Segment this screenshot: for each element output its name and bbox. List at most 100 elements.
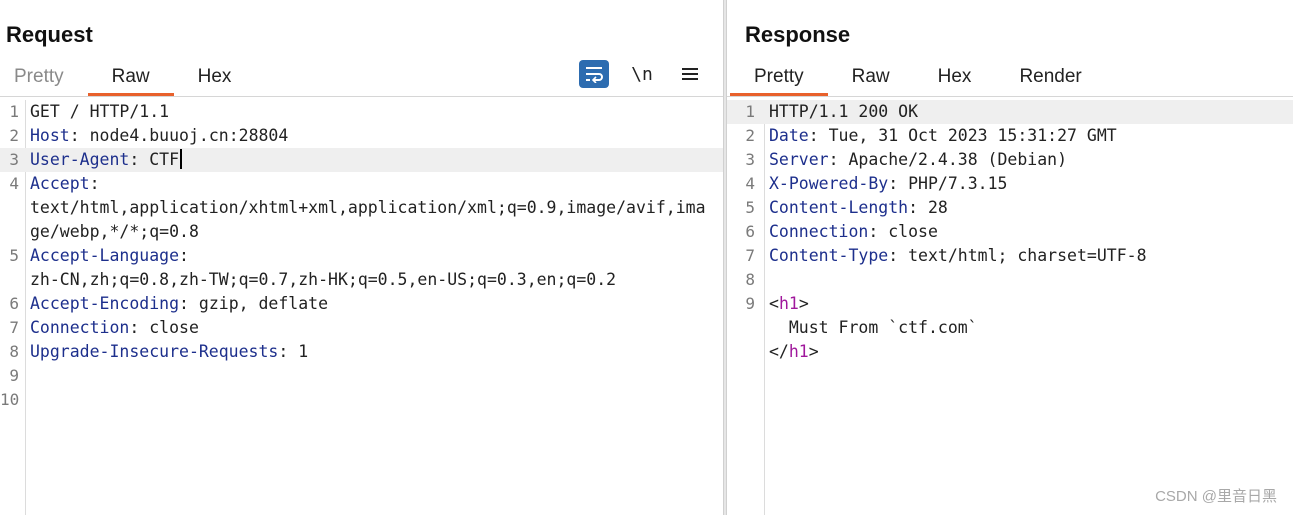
line-content: Upgrade-Insecure-Requests: 1 — [30, 340, 707, 364]
header-value: Apache/2.4.38 (Debian) — [848, 150, 1068, 169]
code-line: 9 — [0, 364, 723, 388]
header-name: X-Powered-By — [769, 174, 889, 193]
header-separator: : — [278, 342, 299, 361]
html-tag: h1 — [788, 342, 809, 361]
line-number: 2 — [9, 126, 19, 145]
line-content: Host: node4.buuoj.cn:28804 — [30, 124, 707, 148]
tab-raw[interactable]: Raw — [828, 62, 914, 96]
code-line: 7 Content-Type: text/html; charset=UTF-8 — [727, 244, 1293, 268]
request-editor[interactable]: 1 GET / HTTP/1.1 2 Host: node4.buuoj.cn:288… — [0, 100, 723, 515]
line-number: 1 — [745, 102, 755, 121]
line-content: Accept: text/html,application/xhtml+xml,… — [30, 172, 707, 244]
line-content: Connection: close — [769, 220, 1293, 244]
header-separator: : — [179, 246, 189, 265]
tab-pretty[interactable]: Pretty — [730, 62, 828, 96]
header-value: close — [149, 318, 199, 337]
line-content: GET / HTTP/1.1 — [30, 100, 707, 124]
line-number: 7 — [745, 246, 755, 265]
header-name: Upgrade-Insecure-Requests — [30, 342, 279, 361]
code-line: 3 Server: Apache/2.4.38 (Debian) — [727, 148, 1293, 172]
tab-raw[interactable]: Raw — [87, 62, 174, 96]
code-line: 8 — [727, 268, 1293, 292]
hamburger-menu-icon — [682, 68, 698, 80]
header-separator: : — [828, 150, 849, 169]
header-value: 28 — [927, 198, 948, 217]
header-value: gzip, deflate — [198, 294, 329, 313]
tab-hex[interactable]: Hex — [914, 62, 996, 96]
response-title: Response — [745, 22, 851, 47]
line-number: 6 — [9, 294, 19, 313]
line-text: GET / HTTP/1.1 — [30, 102, 170, 121]
header-name: Connection — [769, 222, 869, 241]
show-newlines-button[interactable]: \n — [627, 60, 657, 88]
header-separator: : — [808, 126, 829, 145]
header-separator: : — [179, 294, 199, 313]
header-name: Connection — [30, 318, 130, 337]
tab-underline — [0, 96, 723, 97]
request-pane: Request Pretty Raw Hex \n 1 GET / HTTP/1.… — [0, 0, 723, 515]
line-content: X-Powered-By: PHP/7.3.15 — [769, 172, 1293, 196]
header-separator: : — [89, 174, 100, 193]
header-name: Host — [30, 126, 70, 145]
line-number: 9 — [9, 366, 19, 385]
response-editor[interactable]: 1 HTTP/1.1 200 OK 2 Date: Tue, 31 Oct 2023 … — [727, 100, 1293, 515]
header-separator: : — [69, 126, 90, 145]
code-line: 2 Date: Tue, 31 Oct 2023 15:31:27 GMT — [727, 124, 1293, 148]
line-content: Content-Length: 28 — [769, 196, 1293, 220]
line-number: 4 — [745, 174, 755, 193]
wrap-lines-icon — [586, 67, 603, 83]
line-number: 8 — [745, 270, 755, 289]
line-content: Date: Tue, 31 Oct 2023 15:31:27 GMT — [769, 124, 1293, 148]
code-line: 6 Connection: close — [727, 220, 1293, 244]
header-separator: : — [129, 150, 150, 169]
header-separator: : — [129, 318, 150, 337]
line-number: 3 — [9, 150, 19, 169]
wrap-lines-button[interactable] — [579, 60, 609, 88]
line-number: 8 — [9, 342, 19, 361]
line-content: User-Agent: CTF — [30, 148, 707, 172]
line-number: 1 — [9, 102, 19, 121]
tab-render[interactable]: Render — [995, 62, 1105, 96]
code-line: 5 Content-Length: 28 — [727, 196, 1293, 220]
header-value: text/html,application/xhtml+xml,applicat… — [30, 198, 706, 241]
header-value: PHP/7.3.15 — [908, 174, 1008, 193]
menu-button[interactable] — [675, 60, 705, 88]
line-text: HTTP/1.1 200 OK — [769, 102, 919, 121]
code-line: 4 X-Powered-By: PHP/7.3.15 — [727, 172, 1293, 196]
header-name: Accept — [30, 174, 90, 193]
header-value: node4.buuoj.cn:28804 — [89, 126, 289, 145]
text-caret — [180, 149, 183, 169]
response-lines: 1 HTTP/1.1 200 OK 2 Date: Tue, 31 Oct 2023 … — [727, 100, 1293, 364]
header-value: Tue, 31 Oct 2023 15:31:27 GMT — [828, 126, 1117, 145]
html-bracket: > — [808, 342, 819, 361]
line-number: 5 — [9, 246, 19, 265]
line-number: 7 — [9, 318, 19, 337]
header-separator: : — [888, 174, 909, 193]
header-separator: : — [908, 198, 928, 217]
line-content: HTTP/1.1 200 OK — [769, 100, 1293, 124]
code-line: 3 User-Agent: CTF — [0, 148, 723, 172]
line-number: 4 — [9, 174, 19, 193]
header-value: text/html; charset=UTF-8 — [908, 246, 1147, 265]
line-content: <h1> Must From `ctf.com` </h1> — [769, 292, 1293, 364]
tab-underline — [727, 96, 1293, 97]
request-title: Request — [6, 22, 93, 47]
response-pane: Response Pretty Raw Hex Render 1 HTTP/1.1… — [727, 0, 1293, 515]
header-value: CTF — [149, 150, 180, 169]
code-line: 6 Accept-Encoding: gzip, deflate — [0, 292, 723, 316]
line-content: Accept-Language: zh-CN,zh;q=0.8,zh-TW;q=… — [30, 244, 707, 292]
line-number: 10 — [0, 390, 20, 409]
header-name: Server — [769, 150, 829, 169]
request-tabs: Pretty Raw Hex — [0, 62, 255, 96]
header-separator: : — [868, 222, 889, 241]
tab-hex[interactable]: Hex — [174, 62, 256, 96]
line-number: 9 — [745, 294, 755, 313]
header-value: close — [888, 222, 938, 241]
line-content: Server: Apache/2.4.38 (Debian) — [769, 148, 1293, 172]
tab-pretty[interactable]: Pretty — [0, 62, 88, 96]
header-value: zh-CN,zh;q=0.8,zh-TW;q=0.7,zh-HK;q=0.5,e… — [30, 270, 617, 289]
line-number: 5 — [745, 198, 755, 217]
response-tabs: Pretty Raw Hex Render — [730, 62, 1106, 96]
line-content: Content-Type: text/html; charset=UTF-8 — [769, 244, 1293, 268]
header-name: Date — [769, 126, 809, 145]
